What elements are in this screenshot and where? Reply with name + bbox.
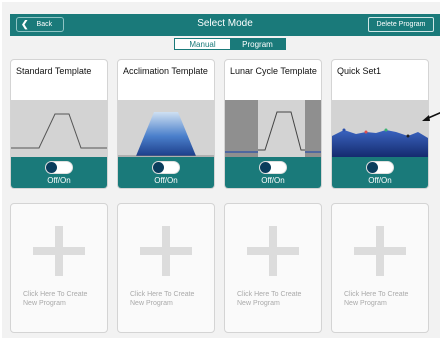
program-on-off-switch[interactable] [152,161,180,174]
program-card-quick-set1[interactable]: Quick Set1 Off/On [331,59,429,189]
app-window: ❮ Back Select Mode Delete Program Manual… [2,2,440,338]
toggle-label: Off/On [368,176,392,185]
program-on-off-switch[interactable] [366,161,394,174]
create-program-label: Click Here To Create New Program [344,291,409,307]
night-region-left [225,100,258,157]
program-toggle-bar: Off/On [11,157,107,188]
tab-program[interactable]: Program [230,39,285,49]
program-card-standard[interactable]: Standard Template Off/On [10,59,108,189]
top-bar: ❮ Back Select Mode Delete Program [10,14,440,36]
switch-knob [46,162,57,173]
program-curve-area [136,112,196,156]
program-curve-area [332,130,428,157]
program-name: Standard Template [16,66,92,76]
program-curve-line [258,111,305,151]
program-toggle-bar: Off/On [118,157,214,188]
curve-point [342,128,346,132]
create-program-label: Click Here To Create New Program [23,291,88,307]
program-preview-chart [332,100,428,157]
program-name: Quick Set1 [337,66,382,76]
program-preview-chart [225,100,321,157]
create-program-slot[interactable]: Click Here To Create New Program [331,203,429,333]
program-card-acclimation[interactable]: Acclimation Template Off/On [117,59,215,189]
create-program-slot[interactable]: Click Here To Create New Program [10,203,108,333]
curve-point [364,130,368,134]
create-program-label: Click Here To Create New Program [130,291,195,307]
tab-manual[interactable]: Manual [175,39,230,49]
toggle-label: Off/On [261,176,285,185]
program-toggle-bar: Off/On [332,157,428,188]
curve-point [384,128,388,132]
switch-knob [153,162,164,173]
switch-knob [260,162,271,173]
pointer-arrow-icon [422,112,440,121]
night-region-right [305,100,321,157]
program-card-lunar-cycle[interactable]: Lunar Cycle Template Off/On [224,59,322,189]
switch-knob [367,162,378,173]
program-preview-chart [11,100,107,157]
program-name: Lunar Cycle Template [230,66,317,76]
create-program-label: Click Here To Create New Program [237,291,302,307]
program-toggle-bar: Off/On [225,157,321,188]
create-program-slot[interactable]: Click Here To Create New Program [224,203,322,333]
program-name: Acclimation Template [123,66,208,76]
create-program-slot[interactable]: Click Here To Create New Program [117,203,215,333]
program-curve-line [11,113,107,149]
program-on-off-switch[interactable] [45,161,73,174]
curve-point [406,134,410,138]
mode-segmented-control: Manual Program [174,38,286,50]
program-on-off-switch[interactable] [259,161,287,174]
delete-program-button[interactable]: Delete Program [368,17,434,32]
toggle-label: Off/On [154,176,178,185]
toggle-label: Off/On [47,176,71,185]
program-preview-chart [118,100,214,157]
